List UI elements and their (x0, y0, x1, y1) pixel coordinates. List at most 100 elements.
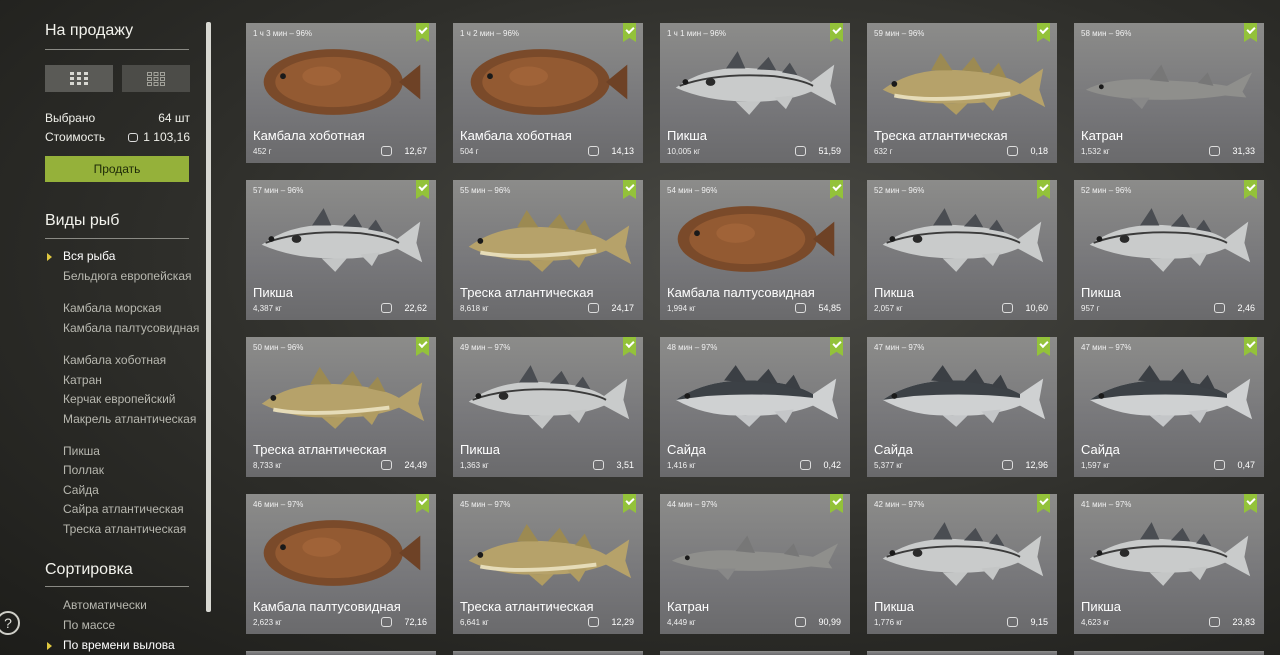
fish-image (470, 49, 628, 115)
selected-check-icon[interactable] (1244, 180, 1257, 199)
fish-card[interactable]: 1 ч 3 мин – 96% Камбала хоботная 452 г 1… (246, 23, 436, 163)
species-item[interactable]: Камбала хоботная (63, 354, 203, 367)
fish-weight: 504 г (460, 147, 479, 156)
fish-image (671, 535, 839, 581)
selected-check-icon[interactable] (623, 23, 636, 42)
fish-card[interactable]: 47 мин – 97% Сайда 5,377 кг 12,96 (867, 337, 1057, 477)
fish-card[interactable]: 47 мин – 97% Сайда 1,597 кг 0,47 (1074, 337, 1264, 477)
fish-card[interactable]: 42 мин – 97% Пикша 1,776 кг 9,15 (867, 494, 1057, 634)
fish-weight: 1,363 кг (460, 461, 489, 470)
fish-price-value: 12,29 (611, 617, 634, 627)
fish-card[interactable]: 1 ч 2 мин – 96% Камбала хоботная 504 г 1… (453, 23, 643, 163)
fish-card[interactable]: 45 мин – 97% Треска атлантическая 6,641 … (453, 494, 643, 634)
small-grid-view-button[interactable] (122, 65, 190, 92)
fish-card-partial[interactable] (867, 651, 1057, 655)
fish-price: 31,33 (1209, 146, 1255, 156)
selected-check-icon[interactable] (623, 180, 636, 199)
fish-name: Камбала палтусовидная (667, 285, 815, 300)
fish-card[interactable]: 1 ч 1 мин – 96% Пикша 10,005 кг 51,59 (660, 23, 850, 163)
fish-weight: 632 г (874, 147, 893, 156)
selected-check-icon[interactable] (1244, 337, 1257, 356)
species-item[interactable]: Сайра атлантическая (63, 503, 203, 516)
selected-check-icon[interactable] (623, 494, 636, 513)
fish-card-partial[interactable] (453, 651, 643, 655)
fish-card[interactable]: 57 мин – 96% Пикша 4,387 кг 22,62 (246, 180, 436, 320)
fish-image (1089, 522, 1251, 586)
large-grid-icon (70, 71, 88, 85)
catch-time: 57 мин – 96% (253, 186, 304, 195)
large-grid-view-button[interactable] (45, 65, 113, 92)
fish-image (1089, 208, 1251, 272)
selected-check-icon[interactable] (830, 494, 843, 513)
sort-option[interactable]: По времени вылова (63, 639, 203, 652)
fish-image (468, 524, 632, 586)
selected-check-icon[interactable] (416, 337, 429, 356)
fish-price: 0,18 (1007, 146, 1048, 156)
fish-card[interactable]: 55 мин – 96% Треска атлантическая 8,618 … (453, 180, 643, 320)
active-arrow-icon (47, 642, 52, 650)
fish-weight: 8,733 кг (253, 461, 282, 470)
catch-time: 49 мин – 97% (460, 343, 511, 352)
species-item[interactable]: Вся рыба (63, 250, 203, 263)
selected-check-icon[interactable] (416, 494, 429, 513)
fish-card[interactable]: 52 мин – 96% Пикша 957 г 2,46 (1074, 180, 1264, 320)
sidebar-scrollbar[interactable] (206, 22, 211, 612)
fish-card[interactable]: 49 мин – 97% Пикша 1,363 кг 3,51 (453, 337, 643, 477)
selected-check-icon[interactable] (416, 23, 429, 42)
species-item[interactable]: Бельдюга европейская (63, 270, 203, 283)
fish-name: Пикша (874, 599, 914, 614)
coin-icon (381, 146, 393, 156)
species-item[interactable]: Треска атлантическая (63, 523, 203, 536)
fish-card[interactable]: 59 мин – 96% Треска атлантическая 632 г … (867, 23, 1057, 163)
selected-check-icon[interactable] (416, 180, 429, 199)
fish-name: Пикша (253, 285, 293, 300)
sell-button[interactable]: Продать (45, 156, 189, 182)
fish-card-partial[interactable] (660, 651, 850, 655)
species-item[interactable]: Камбала палтусовидная (63, 322, 203, 335)
species-item[interactable]: Макрель атлантическая (63, 413, 203, 426)
fish-card-partial[interactable] (246, 651, 436, 655)
species-item[interactable]: Катран (63, 374, 203, 387)
coin-icon (588, 617, 600, 627)
fish-card-partial[interactable] (1074, 651, 1264, 655)
fish-weight: 2,623 кг (253, 618, 282, 627)
selected-check-icon[interactable] (830, 23, 843, 42)
species-item[interactable]: Поллак (63, 464, 203, 477)
fish-weight: 5,377 кг (874, 461, 903, 470)
sort-option[interactable]: По массе (63, 619, 203, 632)
selected-check-icon[interactable] (830, 180, 843, 199)
selected-value: 64 шт (158, 111, 190, 125)
fish-image (675, 51, 837, 115)
catch-time: 50 мин – 96% (253, 343, 304, 352)
sort-option[interactable]: Автоматически (63, 599, 203, 612)
fish-name: Сайда (667, 442, 706, 457)
selected-check-icon[interactable] (1244, 494, 1257, 513)
selected-check-icon[interactable] (1037, 23, 1050, 42)
species-item[interactable]: Керчак европейский (63, 393, 203, 406)
fish-price-value: 2,46 (1237, 303, 1255, 313)
selected-check-icon[interactable] (1037, 494, 1050, 513)
selected-check-icon[interactable] (1037, 180, 1050, 199)
fish-card[interactable]: 54 мин – 96% Камбала палтусовидная 1,994… (660, 180, 850, 320)
fish-weight: 1,776 кг (874, 618, 903, 627)
fish-price: 12,29 (588, 617, 634, 627)
selected-check-icon[interactable] (1037, 337, 1050, 356)
fish-card[interactable]: 41 мин – 97% Пикша 4,623 кг 23,83 (1074, 494, 1264, 634)
species-item[interactable]: Камбала морская (63, 302, 203, 315)
species-item[interactable]: Пикша (63, 445, 203, 458)
help-icon[interactable]: ? (0, 611, 20, 635)
fish-price-value: 24,49 (404, 460, 427, 470)
fish-card[interactable]: 48 мин – 97% Сайда 1,416 кг 0,42 (660, 337, 850, 477)
fish-price-value: 12,96 (1025, 460, 1048, 470)
fish-price-value: 10,60 (1025, 303, 1048, 313)
selected-check-icon[interactable] (623, 337, 636, 356)
fish-card[interactable]: 52 мин – 96% Пикша 2,057 кг 10,60 (867, 180, 1057, 320)
selected-check-icon[interactable] (830, 337, 843, 356)
fish-card[interactable]: 58 мин – 96% Катран 1,532 кг 31,33 (1074, 23, 1264, 163)
catch-time: 52 мин – 96% (1081, 186, 1132, 195)
fish-card[interactable]: 44 мин – 97% Катран 4,449 кг 90,99 (660, 494, 850, 634)
fish-card[interactable]: 46 мин – 97% Камбала палтусовидная 2,623… (246, 494, 436, 634)
species-item[interactable]: Сайда (63, 484, 203, 497)
selected-check-icon[interactable] (1244, 23, 1257, 42)
fish-card[interactable]: 50 мин – 96% Треска атлантическая 8,733 … (246, 337, 436, 477)
